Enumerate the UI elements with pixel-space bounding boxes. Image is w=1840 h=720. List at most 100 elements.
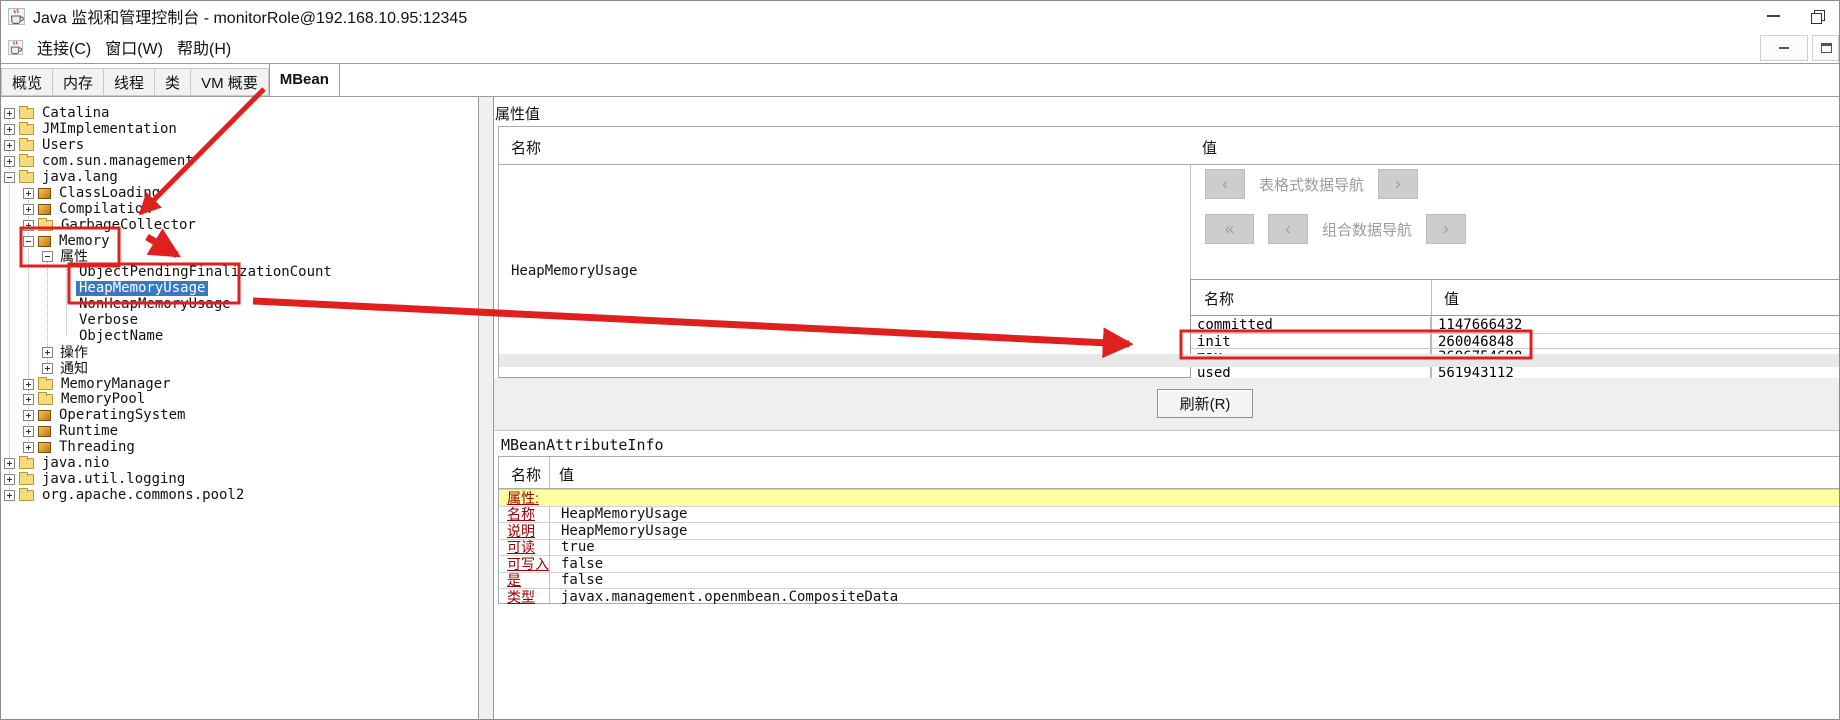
tree-item-label: ClassLoading [59,184,161,201]
tree-item-memorymanager[interactable]: MemoryManager [1,376,478,392]
tree-item-compilation[interactable]: Compilation [1,201,478,217]
expand-icon[interactable] [23,219,34,231]
tree-item-verbose[interactable]: Verbose [1,313,478,329]
collapse-icon[interactable] [4,172,15,183]
tree-item-nonheapmemoryusage[interactable]: NonHeapMemoryUsage [1,297,478,313]
tree-item-label: java.lang [42,169,118,185]
expand-icon[interactable] [23,394,34,406]
expand-icon[interactable] [42,346,53,358]
expand-icon[interactable] [4,124,15,136]
expand-icon[interactable] [42,362,53,374]
tree-item-label: NonHeapMemoryUsage [79,296,231,313]
java-app-icon [8,7,25,25]
split-divider[interactable] [478,97,494,719]
tree-item-java-nio[interactable]: java.nio [1,456,478,472]
expand-icon[interactable] [4,108,15,120]
tree-item-operatingsystem[interactable]: OperatingSystem [1,408,478,424]
tree-item-java-lang[interactable]: java.lang [1,170,478,186]
info-row-4: 可写入 false [499,555,1839,572]
column-header-value: 值 [559,467,575,484]
expand-icon[interactable] [4,140,15,152]
expand-icon[interactable] [4,473,15,485]
frame-minimize-icon [1779,47,1789,49]
tree-item--[interactable]: 通知 [1,360,478,376]
frame-maximize-button[interactable] [1812,35,1839,61]
tree-item-label: HeapMemoryUsage [76,281,209,297]
expand-icon[interactable] [23,203,34,215]
tree-item-classloading[interactable]: ClassLoading [1,185,478,201]
expand-icon[interactable] [23,426,34,438]
menu-help[interactable]: 帮助(H) [170,33,238,61]
tab-mbean[interactable]: MBean [268,63,340,96]
info-row-3: 可读 true [499,538,1839,555]
tree-item-java-util-logging[interactable]: java.util.logging [1,471,478,487]
tree-item-catalina[interactable]: Catalina [1,106,478,122]
refresh-button[interactable]: 刷新(R) [1157,389,1253,418]
expand-icon[interactable] [4,489,15,501]
folder-icon [38,217,53,231]
mbean-tree: Catalina JMImplementation Users com.sun.man… [1,97,478,719]
tree-item-runtime[interactable]: Runtime [1,424,478,440]
tree-item-heapmemoryusage[interactable]: HeapMemoryUsage [1,281,478,297]
expand-icon[interactable] [23,378,34,390]
tree-item-jmimplementation[interactable]: JMImplementation [1,122,478,138]
info-row-5: 是 false [499,571,1839,588]
tree-item--[interactable]: 操作 [1,344,478,360]
tab-vm[interactable]: VM 概要 [191,68,269,96]
tree-item-memorypool[interactable]: MemoryPool [1,392,478,408]
composite-nav-next-button[interactable]: › [1426,214,1467,244]
tree-item-memory[interactable]: Memory [1,233,478,249]
composite-row-committed[interactable]: committed 1147666432 [1191,317,1839,333]
info-row-attribute-header: 属性: [499,489,1839,506]
column-header-value: 值 [1202,140,1218,157]
tree-item-label: java.nio [42,455,110,472]
tab-bar: 概览 内存 线程类 VM 概要 MBean [1,63,1839,97]
bean-icon [38,410,51,422]
tree-item--[interactable]: 属性 [1,249,478,265]
expand-icon[interactable] [4,458,15,470]
tree-item-users[interactable]: Users [1,138,478,154]
tabular-nav-next-button[interactable]: › [1378,169,1419,199]
composite-row-init[interactable]: init 260046848 [1191,332,1839,350]
tree-item-objectname[interactable]: ObjectName [1,328,478,344]
tree-item-com-sun-management[interactable]: com.sun.management [1,154,478,170]
tree-item-threading[interactable]: Threading [1,440,478,456]
tree-item-label: MemoryManager [61,375,171,392]
expand-icon[interactable] [23,442,34,454]
tab-threads[interactable]: 线程 [104,68,156,96]
tab-classes[interactable]: 类 [155,68,192,96]
collapse-icon[interactable] [42,251,53,263]
tabular-nav-prev-button[interactable]: ‹ [1205,169,1245,199]
attribute-panel: 属性值 名称 值 HeapMemoryUsage ‹ 表格式数据导航 › « ‹… [494,97,1839,719]
tree-item-label: MemoryPool [61,391,146,408]
menu-connect[interactable]: 连接(C) [30,33,98,61]
java-frame-icon [8,39,23,55]
expand-icon[interactable] [23,410,34,422]
restore-button[interactable] [1795,2,1839,30]
tree-item-objectpendingfinalizationcount[interactable]: ObjectPendingFinalizationCount [1,265,478,281]
minimize-button[interactable] [1751,2,1795,30]
collapse-icon[interactable] [23,235,34,247]
tab-memory[interactable]: 内存 [53,68,105,96]
tree-item-org-apache-commons-pool2[interactable]: org.apache.commons.pool2 [1,487,478,503]
frame-minimize-button[interactable] [1760,35,1808,61]
menu-window[interactable]: 窗口(W) [98,33,170,61]
composite-data-nav: « ‹ 组合数据导航 › [1205,214,1467,244]
refresh-strip: 刷新(R) [494,378,1839,431]
tree-item-label: Compilation [59,200,152,217]
attribute-name-cell[interactable]: HeapMemoryUsage [511,263,637,279]
composite-nav-prev-button[interactable]: ‹ [1268,214,1308,244]
folder-icon [38,392,53,406]
tree-item-label: ObjectName [79,327,164,344]
column-header-name: 名称 [1204,290,1235,308]
tree-item-label: com.sun.management [42,153,194,170]
expand-icon[interactable] [4,156,15,168]
composite-nav-first-button[interactable]: « [1205,214,1254,244]
tree-item-garbagecollector[interactable]: GarbageCollector [1,217,478,233]
menu-bar: 连接(C) 窗口(W) 帮助(H) [1,31,1839,64]
tree-item-label: JMImplementation [42,121,177,138]
tree-item-label: 操作 [60,343,88,360]
info-row-value: false [561,555,604,572]
expand-icon[interactable] [23,187,34,199]
tab-overview[interactable]: 概览 [1,68,54,96]
